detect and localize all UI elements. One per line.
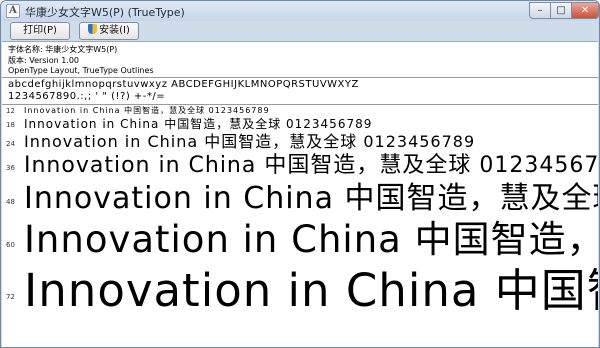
font-file-icon: A: [6, 4, 20, 18]
close-button[interactable]: ✕: [571, 2, 599, 19]
size-label-24: 24: [6, 140, 15, 148]
font-preview-pane[interactable]: 字体名称: 华康少女文字W5(P) 版本: Version 1.00 OpenT…: [2, 41, 598, 347]
shield-icon: [88, 24, 98, 34]
install-button-label: 安装(I): [99, 25, 130, 36]
maximize-button[interactable]: □: [550, 2, 572, 19]
print-button[interactable]: 打印(P): [10, 22, 70, 40]
size-label-48: 48: [6, 198, 15, 206]
size-label-12: 12: [6, 107, 15, 115]
size-label-72: 72: [6, 293, 15, 301]
size-label-60: 60: [6, 241, 15, 249]
sample-text-72: Innovation in China 中国智造，慧及全球 0123456789: [24, 264, 598, 317]
font-viewer-window: A 华康少女文字W5(P) (TrueType) – □ ✕ 打印(P) 安装(…: [0, 0, 600, 348]
font-type-line: OpenType Layout, TrueType Outlines: [8, 66, 154, 75]
divider: [2, 77, 598, 78]
charset-digits-symbols: 1234567890.:,; ' " (!?) +-*/=: [8, 91, 166, 102]
font-version-line: 版本: Version 1.00: [8, 56, 80, 65]
minimize-button[interactable]: –: [529, 2, 551, 19]
size-label-18: 18: [6, 121, 15, 129]
font-name-line: 字体名称: 华康少女文字W5(P): [8, 45, 118, 54]
toolbar: 打印(P) 安装(I): [1, 21, 599, 41]
title-bar[interactable]: A 华康少女文字W5(P) (TrueType) – □ ✕: [1, 1, 599, 21]
install-button[interactable]: 安装(I): [79, 22, 139, 40]
print-button-label: 打印(P): [23, 25, 57, 36]
size-label-36: 36: [6, 164, 15, 172]
charset-lowercase-uppercase: abcdefghijklmnopqrstuvwxyz ABCDEFGHIJKLM…: [8, 79, 359, 90]
window-title: 华康少女文字W5(P) (TrueType): [25, 6, 185, 19]
